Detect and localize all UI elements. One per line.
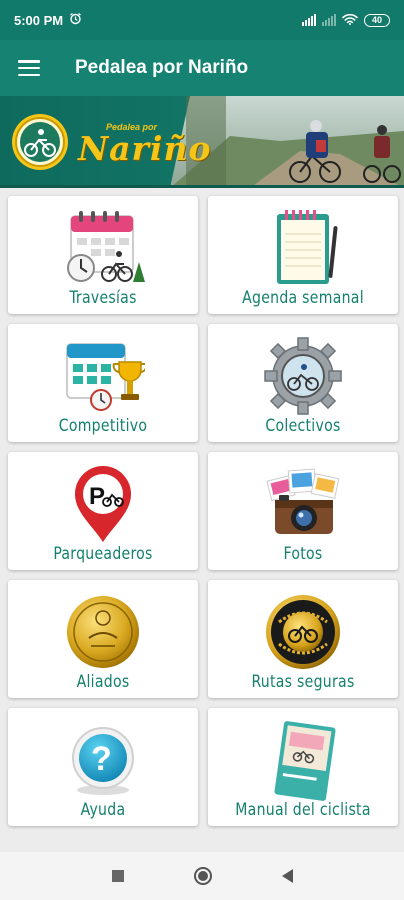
camera-photos-icon	[261, 462, 345, 546]
menu-tile-label: Rutas seguras	[251, 672, 355, 692]
menu-tile-travesias[interactable]: Travesías	[8, 196, 198, 314]
menu-tile-rutas-seguras[interactable]: Rutas seguras	[208, 580, 398, 698]
alarm-icon	[69, 12, 82, 28]
menu-tile-label: Travesías	[69, 288, 137, 308]
menu-tile-label: Colectivos	[265, 416, 341, 436]
help-question-icon: ?	[61, 718, 145, 802]
brand-logo-icon	[10, 112, 70, 172]
svg-text:?: ?	[91, 740, 112, 778]
calendar-cycling-icon	[61, 206, 145, 290]
menu-grid: Travesías Agenda semanal Competitivo Col…	[8, 196, 398, 826]
menu-tile-label: Parqueaderos	[53, 544, 153, 564]
menu-tile-fotos[interactable]: Fotos	[208, 452, 398, 570]
home-icon[interactable]	[193, 867, 212, 885]
menu-tile-label: Aliados	[76, 672, 130, 692]
menu-tile-parqueaderos[interactable]: P Parqueaderos	[8, 452, 198, 570]
menu-tile-label: Fotos	[283, 544, 323, 564]
menu-tile-competitivo[interactable]: Competitivo	[8, 324, 198, 442]
header-banner: Pedalea por Nariño	[0, 96, 404, 188]
system-nav-bar	[0, 852, 404, 900]
notepad-icon	[261, 206, 345, 290]
gold-badge-icon	[61, 590, 145, 674]
battery-icon: 40	[364, 13, 390, 27]
menu-tile-label: Ayuda	[80, 800, 126, 820]
status-time: 5:00 PM	[14, 12, 64, 28]
menu-tile-ayuda[interactable]: ? Ayuda	[8, 708, 198, 826]
menu-tile-colectivos[interactable]: Colectivos	[208, 324, 398, 442]
app-title: Pedalea por Nariño	[75, 57, 249, 78]
parking-pin-icon: P	[61, 462, 145, 546]
menu-tile-agenda-semanal[interactable]: Agenda semanal	[208, 196, 398, 314]
menu-tile-aliados[interactable]: Aliados	[8, 580, 198, 698]
menu-tile-label: Competitivo	[58, 416, 148, 436]
menu-tile-label: Manual del ciclista	[235, 800, 371, 820]
hamburger-menu-icon[interactable]	[18, 60, 40, 76]
app-bar: Pedalea por Nariño	[0, 40, 404, 96]
manual-book-icon	[261, 718, 345, 802]
back-icon[interactable]	[281, 869, 293, 883]
signal-secondary-icon	[322, 14, 336, 26]
signal-icon	[302, 14, 316, 26]
banner-brand-main: Nariño	[78, 129, 212, 168]
status-bar: 5:00 PM 40	[0, 0, 404, 40]
menu-tile-label: Agenda semanal	[242, 288, 364, 308]
menu-tile-manual-del-ciclista[interactable]: Manual del ciclista	[208, 708, 398, 826]
ciclistas-unidos-badge-icon	[261, 590, 345, 674]
calendar-trophy-icon	[61, 334, 145, 418]
recent-apps-icon[interactable]	[111, 870, 124, 882]
banner-brand: Pedalea por Nariño	[78, 122, 211, 166]
wifi-icon	[342, 13, 358, 28]
gear-group-icon	[261, 334, 345, 418]
svg-text:P: P	[89, 483, 105, 510]
